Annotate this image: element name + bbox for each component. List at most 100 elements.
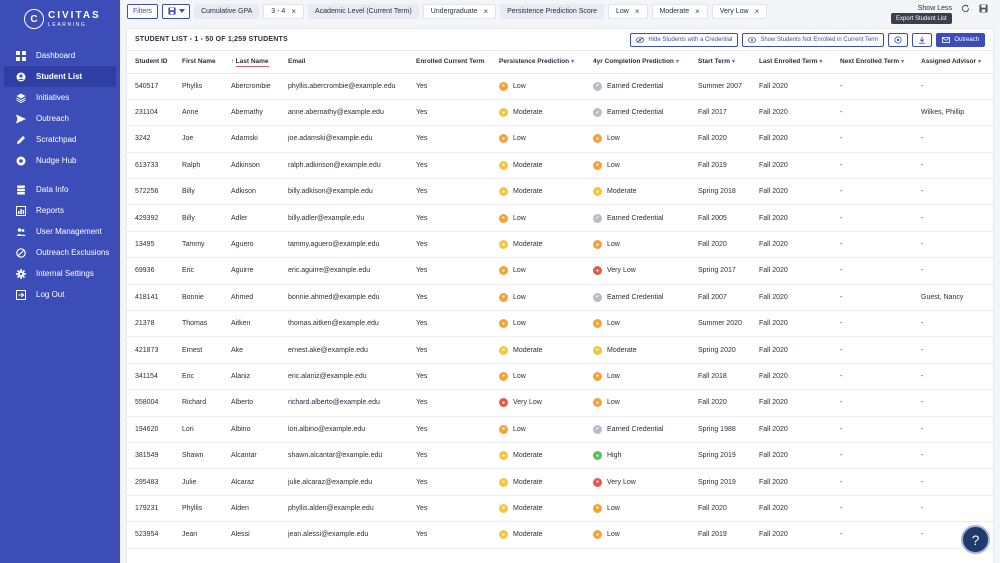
cell-text: richard.alberto@example.edu: [288, 399, 380, 407]
close-icon[interactable]: ×: [635, 7, 640, 16]
filters-button[interactable]: Filters: [127, 3, 159, 19]
table-cell: 3242: [127, 125, 174, 153]
sidebar-item-internal-settings[interactable]: Internal Settings: [0, 263, 120, 284]
table-row[interactable]: 558004 Richard Alberto richard.alberto@exam…: [127, 389, 993, 417]
close-icon[interactable]: ×: [695, 7, 700, 16]
table-row[interactable]: 418141 Bonnie Ahmed bonnie.ahmed@example.ed…: [127, 284, 993, 312]
filter-chip[interactable]: Low ×: [608, 3, 648, 19]
table-cell: Shawn: [174, 442, 223, 470]
close-icon[interactable]: ×: [291, 7, 296, 16]
filter-chip-label: Persistence Prediction Score: [507, 7, 597, 15]
filter-funnel-icon[interactable]: ▾: [901, 59, 904, 65]
table-row[interactable]: 231104 Anne Abernathy anne.abernathy@exampl…: [127, 99, 993, 127]
cell-text: Aitken: [231, 320, 251, 328]
save-filter-button[interactable]: [162, 3, 191, 19]
prediction-cell: ● Moderate: [499, 477, 585, 487]
filter-funnel-icon[interactable]: ▾: [571, 59, 574, 65]
cell-text: Phyllis: [182, 82, 203, 90]
table-row[interactable]: 295483 Julie Alcaraz julie.alcaraz@example.…: [127, 468, 993, 496]
column-header-start-term[interactable]: Start Term ▾: [690, 51, 751, 74]
column-header-next-enrolled-term[interactable]: Next Enrolled Term ▾: [832, 51, 913, 74]
export-button[interactable]: [912, 33, 933, 47]
filter-funnel-icon[interactable]: ▾: [819, 59, 822, 65]
prediction-badge-icon: ●: [499, 292, 508, 302]
filter-chip[interactable]: Undergraduate ×: [422, 3, 497, 19]
table-row[interactable]: 69936 Eric Aguirre eric.aguirre@example.edu…: [127, 257, 993, 285]
filter-funnel-icon[interactable]: ▾: [978, 59, 981, 65]
filter-funnel-icon[interactable]: ▾: [732, 59, 735, 65]
filter-chip[interactable]: 3 - 4 ×: [263, 3, 304, 19]
table-row[interactable]: 381549 Shawn Alcantar shawn.alcantar@exampl…: [127, 442, 993, 470]
sidebar-item-user-management[interactable]: User Management: [0, 221, 120, 242]
filter-chip-label: Cumulative GPA: [201, 7, 253, 15]
column-header-email[interactable]: Email: [280, 51, 408, 74]
table-row[interactable]: 421873 Ernest Ake ernest.ake@example.edu Yes…: [127, 336, 993, 364]
sidebar-item-outreach-exclusions[interactable]: Outreach Exclusions: [0, 242, 120, 263]
sidebar-item-reports[interactable]: Reports: [0, 200, 120, 221]
cell-text: Wilkes, Phillip: [921, 109, 965, 117]
table-cell: Spring 2019: [690, 442, 751, 470]
prediction-label: Low: [513, 425, 526, 433]
filter-funnel-icon[interactable]: ▾: [676, 59, 679, 65]
table-cell: -: [832, 442, 913, 470]
table-row[interactable]: 429392 Billy Adler billy.adler@example.edu Y…: [127, 204, 993, 232]
table-cell: -: [832, 73, 913, 100]
prediction-cell: ● Moderate: [499, 530, 585, 540]
cell-text: -: [921, 346, 924, 354]
sidebar-item-nudge-hub[interactable]: Nudge Hub: [0, 150, 120, 171]
table-cell: Guest, Nancy: [913, 284, 993, 312]
column-settings-button[interactable]: [888, 33, 909, 47]
table-row[interactable]: 540517 Phyllis Abercrombie phyllis.abercrom…: [127, 73, 993, 100]
table-cell: 13495: [127, 231, 174, 259]
table-row[interactable]: 523954 Jean Alessi jean.alessi@example.edu Y…: [127, 521, 993, 549]
table-row[interactable]: 21378 Thomas Aitken thomas.aitken@example.e…: [127, 310, 993, 338]
outreach-button[interactable]: Outreach: [936, 33, 985, 47]
sidebar-item-student-list[interactable]: Student List: [4, 66, 116, 87]
filter-chip[interactable]: Very Low ×: [711, 3, 768, 19]
refresh-icon[interactable]: [961, 4, 970, 13]
show-not-enrolled-button[interactable]: Show Students Not Enrolled in Current Te…: [742, 33, 885, 47]
hide-credential-button[interactable]: Hide Students with a Credential: [630, 33, 739, 47]
prediction-label: Low: [607, 320, 620, 328]
help-button[interactable]: ?: [961, 525, 990, 554]
sidebar-item-initiatives[interactable]: Initiatives: [0, 87, 120, 108]
student-table: Student ID First Name ↑ Last Name Email Enro…: [127, 51, 993, 549]
save-view-icon[interactable]: [979, 4, 988, 13]
sidebar-item-dashboard[interactable]: Dashboard: [0, 45, 120, 66]
column-header-4yr-completion-prediction[interactable]: 4yr Completion Prediction ▾: [585, 51, 690, 74]
civitas-logo[interactable]: C CIVITAS LEARNING: [0, 0, 120, 38]
table-row[interactable]: 613733 Ralph Adkinson ralph.adkinson@exampl…: [127, 152, 993, 180]
eye-off-icon: [636, 37, 645, 43]
column-header-enrolled-current-term[interactable]: Enrolled Current Term: [408, 51, 491, 74]
prediction-label: Moderate: [513, 161, 543, 169]
sidebar-item-outreach[interactable]: Outreach: [0, 108, 120, 129]
table-row[interactable]: 194620 Lori Albino lori.albino@example.edu Y…: [127, 416, 993, 443]
cell-text: Thomas: [182, 320, 208, 328]
sidebar-item-log-out[interactable]: Log Out: [0, 284, 120, 305]
prediction-badge-icon: ●: [593, 319, 602, 329]
table-cell: 613733: [127, 152, 174, 180]
filter-chip[interactable]: Moderate ×: [651, 3, 708, 19]
column-header-first-name[interactable]: First Name: [174, 51, 223, 74]
column-header-last-enrolled-term[interactable]: Last Enrolled Term ▾: [751, 51, 832, 74]
table-row[interactable]: 13495 Tammy Aguero tammy.aguero@example.edu…: [127, 231, 993, 259]
table-cell: 295483: [127, 468, 174, 496]
show-less-link[interactable]: Show Less: [918, 5, 952, 12]
table-cell: ● Low: [491, 416, 585, 443]
column-header-student-id[interactable]: Student ID: [127, 51, 174, 74]
close-icon[interactable]: ×: [755, 7, 760, 16]
sidebar: C CIVITAS LEARNING Dashboard Student List…: [0, 0, 120, 563]
column-header-persistence-prediction[interactable]: Persistence Prediction ▾: [491, 51, 585, 74]
table-row[interactable]: 572256 Billy Adkison billy.adkison@example.…: [127, 178, 993, 206]
sidebar-item-data-info[interactable]: Data Info: [0, 179, 120, 200]
table-cell: -: [913, 73, 993, 100]
column-header-last-name[interactable]: ↑ Last Name: [223, 51, 280, 74]
column-header-assigned-advisor[interactable]: Assigned Advisor ▾: [913, 51, 993, 74]
sidebar-item-scratchpad[interactable]: Scratchpad: [0, 129, 120, 150]
table-row[interactable]: 179231 Phyllis Alden phyllis.alden@example.…: [127, 495, 993, 523]
prediction-cell: ● Low: [499, 213, 585, 223]
table-cell: Adkison: [223, 178, 280, 206]
table-row[interactable]: 3242 Joe Adamski joe.adamski@example.edu Yes…: [127, 125, 993, 153]
close-icon[interactable]: ×: [483, 7, 488, 16]
table-row[interactable]: 341154 Eric Alaniz eric.alaniz@example.edu Y…: [127, 363, 993, 391]
